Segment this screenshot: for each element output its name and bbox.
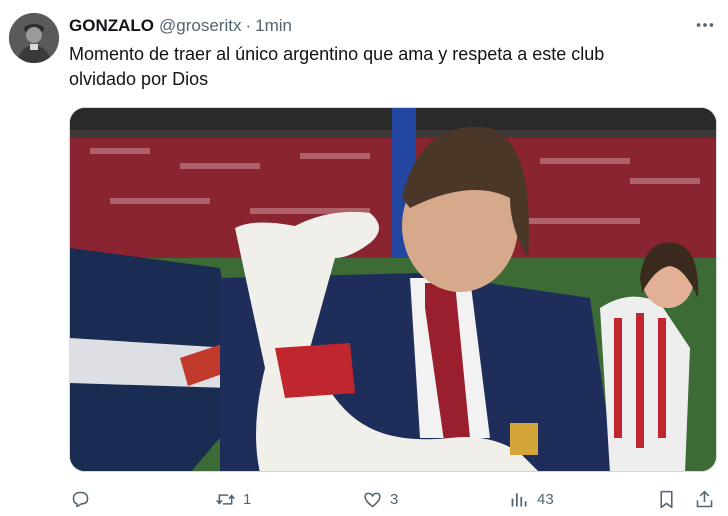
tweet-photo[interactable]	[69, 107, 717, 472]
repost-count: 1	[243, 490, 252, 508]
tweet-text-line-1: Momento de traer al único argentino que …	[69, 44, 605, 64]
like-count: 3	[390, 490, 399, 508]
bookmark-button[interactable]	[656, 486, 677, 512]
reply-button[interactable]	[70, 486, 98, 512]
views-button[interactable]: 43	[509, 486, 554, 512]
tweet-actions: 1 3 43	[0, 482, 728, 516]
tweet-header: GONZALO @groseritx · 1min	[69, 15, 292, 37]
heart-icon	[364, 492, 381, 507]
avatar[interactable]	[9, 13, 59, 63]
views-icon	[511, 492, 527, 506]
tweet: GONZALO @groseritx · 1min Momento de tra…	[0, 0, 728, 516]
more-options-button[interactable]	[690, 12, 720, 38]
photo-illustration	[70, 108, 716, 471]
repost-icon	[216, 493, 235, 505]
author-name[interactable]: GONZALO	[69, 16, 154, 36]
author-handle[interactable]: @groseritx	[159, 16, 241, 36]
like-button[interactable]: 3	[362, 486, 398, 512]
share-icon	[696, 490, 713, 507]
repost-button[interactable]: 1	[215, 486, 251, 512]
tweet-text-line-2: olvidado por Dios	[69, 69, 209, 89]
separator-dot: ·	[245, 16, 252, 35]
timestamp[interactable]: 1min	[255, 16, 292, 36]
share-button[interactable]	[694, 486, 715, 512]
more-horizontal-icon	[696, 23, 714, 27]
reply-icon	[72, 491, 89, 507]
tweet-text: Momento de traer al único argentino que …	[69, 42, 669, 92]
views-count: 43	[537, 490, 554, 508]
avatar-image	[9, 13, 59, 63]
bookmark-icon	[660, 490, 673, 508]
